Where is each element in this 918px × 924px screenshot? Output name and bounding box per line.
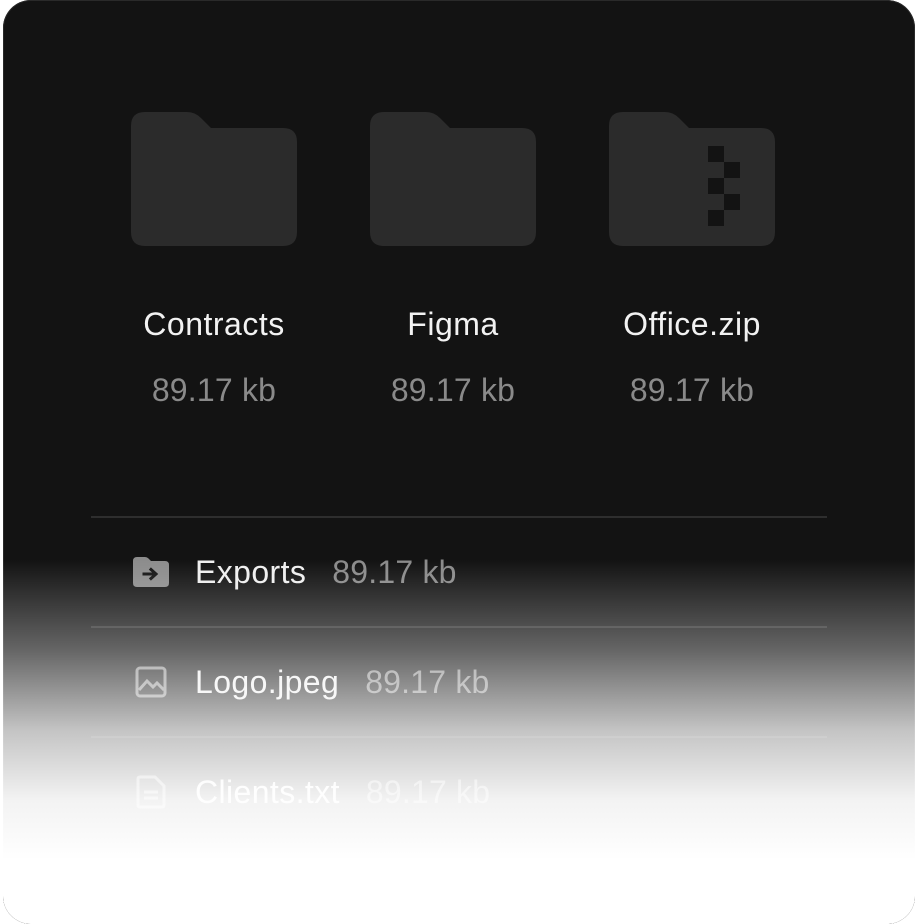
file-list: Exports 89.17 kb Logo.jpeg 89.17 kb Clie…: [91, 516, 827, 846]
folder-export-icon: [133, 554, 169, 590]
file-name: Logo.jpeg: [195, 663, 340, 700]
folder-size: 89.17 kb: [629, 372, 755, 408]
list-item-exports[interactable]: Exports 89.17 kb: [91, 518, 827, 626]
folder-tile-figma[interactable]: Figma 89.17 kb: [333, 112, 573, 410]
file-size: 89.17 kb: [365, 773, 491, 810]
file-size: 89.17 kb: [332, 553, 457, 590]
folder-name: Office.zip: [623, 306, 761, 342]
folder-tile-contracts[interactable]: Contracts 89.17 kb: [94, 112, 334, 410]
file-name: Clients.txt: [195, 773, 340, 810]
zip-folder-icon: [609, 112, 775, 246]
file-browser-card: Contracts 89.17 kb Figma 89.17 kb Office…: [3, 0, 915, 924]
list-item-clients-txt[interactable]: Clients.txt 89.17 kb: [91, 738, 827, 846]
file-size: 89.17 kb: [365, 663, 490, 700]
image-icon: [133, 664, 169, 700]
folder-icon: [370, 112, 536, 246]
folder-size: 89.17 kb: [390, 372, 516, 408]
folder-icon: [131, 112, 297, 246]
folder-name: Figma: [407, 306, 499, 342]
file-name: Exports: [195, 553, 307, 590]
list-item-logo-jpeg[interactable]: Logo.jpeg 89.17 kb: [91, 628, 827, 736]
folder-name: Contracts: [143, 306, 285, 342]
folder-tile-office-zip[interactable]: Office.zip 89.17 kb: [572, 112, 812, 410]
text-file-icon: [133, 774, 169, 810]
folder-size: 89.17 kb: [151, 372, 277, 408]
